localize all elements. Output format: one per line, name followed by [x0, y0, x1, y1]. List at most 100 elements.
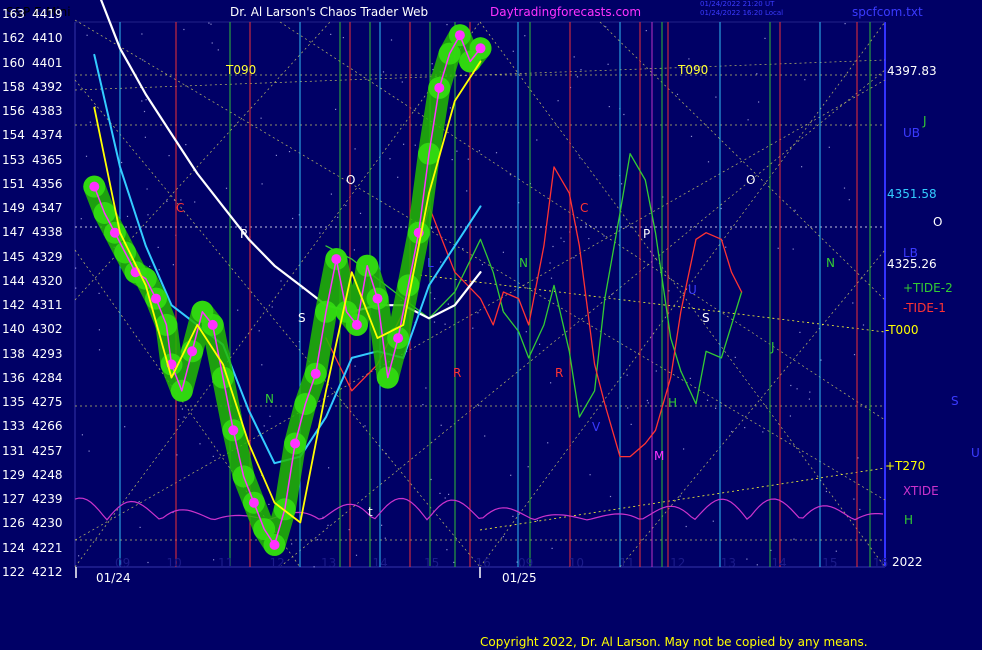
star-dot — [552, 245, 554, 248]
y-tick-label: 126 4230 — [2, 516, 63, 530]
y-index-value: 144 — [2, 273, 25, 288]
star-dot — [706, 399, 709, 401]
star-dot — [512, 515, 514, 517]
y-tick-label: 129 4248 — [2, 468, 63, 482]
star-dot — [683, 448, 685, 450]
star-dot — [607, 63, 609, 65]
star-dot — [157, 246, 159, 248]
y-price-value: 4257 — [32, 443, 63, 458]
y-tick-label: 138 4293 — [2, 347, 63, 361]
star-dot — [75, 287, 77, 289]
legend-tide-minus1: -TIDE-1 — [903, 301, 946, 315]
star-dot — [139, 526, 141, 528]
marker-o: O — [933, 215, 943, 229]
star-dot — [588, 238, 590, 240]
star-dot — [288, 151, 291, 153]
y-index-value: 156 — [2, 104, 25, 119]
star-dot — [143, 110, 146, 113]
star-dot — [549, 262, 551, 264]
chart-marker: S — [702, 311, 710, 325]
star-dot — [451, 159, 453, 161]
y-tick-label: 145 4329 — [2, 250, 63, 264]
legend-tide-plus2: +TIDE-2 — [903, 281, 953, 295]
star-dot — [330, 33, 332, 35]
star-dot — [425, 387, 427, 389]
chart-title: Dr. Al Larson's Chaos Trader Web — [230, 5, 429, 19]
star-dot — [481, 264, 483, 266]
star-dot — [178, 419, 180, 421]
y-tick-label: 144 4320 — [2, 274, 63, 288]
star-dot — [547, 442, 549, 444]
star-dot — [138, 501, 140, 503]
date-label: 01/25 — [502, 571, 537, 585]
star-dot — [835, 550, 837, 552]
star-dot — [608, 106, 610, 108]
chart-canvas — [74, 0, 886, 578]
star-dot — [261, 364, 263, 366]
y-tick-label: 163 4419 — [2, 7, 63, 21]
star-dot — [364, 425, 366, 427]
star-dot — [789, 415, 791, 417]
star-dot — [794, 209, 796, 211]
marker-ub: UB — [903, 126, 921, 140]
star-dot — [81, 434, 83, 436]
y-tick-label: 131 4257 — [2, 444, 63, 458]
star-dot — [124, 426, 126, 428]
x-tick-label: 14 — [771, 556, 787, 570]
y-index-value: 153 — [2, 152, 25, 167]
x-tick-label: 13 — [720, 556, 737, 570]
star-dot — [580, 69, 582, 71]
y-tick-label: 122 4212 — [2, 565, 63, 579]
star-dot — [646, 399, 648, 402]
x-tick-label: 10 — [568, 556, 584, 570]
star-dot — [576, 76, 579, 78]
y-index-value: 140 — [2, 322, 25, 337]
star-dot — [384, 537, 386, 539]
star-dot — [75, 267, 77, 269]
t270-line — [479, 467, 886, 531]
star-dot — [573, 56, 575, 58]
star-dot — [853, 498, 855, 500]
y-tick-label: 162 4410 — [2, 31, 63, 45]
star-dot — [185, 144, 187, 146]
star-dot — [853, 354, 856, 356]
star-dot — [440, 261, 442, 263]
chart-marker: O — [746, 173, 756, 187]
star-dot — [210, 23, 212, 25]
y-index-value: 131 — [2, 443, 25, 458]
star-dot — [796, 388, 798, 390]
y-index-value: 162 — [2, 31, 25, 46]
star-dot — [327, 524, 329, 526]
star-dot — [319, 232, 321, 234]
y-index-value: 149 — [2, 201, 25, 216]
star-dot — [720, 207, 722, 210]
chart-marker: T090 — [226, 63, 257, 77]
star-dot — [85, 155, 88, 157]
star-dot — [98, 329, 100, 331]
star-dot — [825, 490, 827, 493]
star-dot — [579, 157, 581, 159]
y-price-value: 4284 — [32, 370, 63, 385]
star-dot — [456, 150, 458, 152]
date-label: 01/24 — [96, 571, 131, 585]
marker-j: J — [923, 114, 927, 128]
y-index-value: 129 — [2, 467, 25, 482]
star-dot — [550, 277, 553, 279]
star-dot — [808, 398, 810, 400]
star-dot — [756, 564, 758, 566]
star-dot — [126, 215, 129, 217]
star-dot — [446, 549, 448, 551]
chart-marker: R — [555, 366, 564, 380]
star-dot — [715, 96, 717, 98]
chart-root: S&P E-Mini Dr. Al Larson's Chaos Trader … — [0, 0, 982, 650]
chart-marker: M — [654, 449, 665, 463]
star-dot — [510, 474, 512, 476]
star-dot — [337, 216, 339, 218]
star-dot — [88, 450, 90, 452]
star-dot — [725, 246, 727, 248]
star-dot — [98, 349, 101, 351]
star-dot — [462, 248, 464, 250]
star-dot — [495, 152, 498, 154]
y-tick-label: 142 4311 — [2, 298, 63, 312]
star-dot — [172, 264, 174, 266]
